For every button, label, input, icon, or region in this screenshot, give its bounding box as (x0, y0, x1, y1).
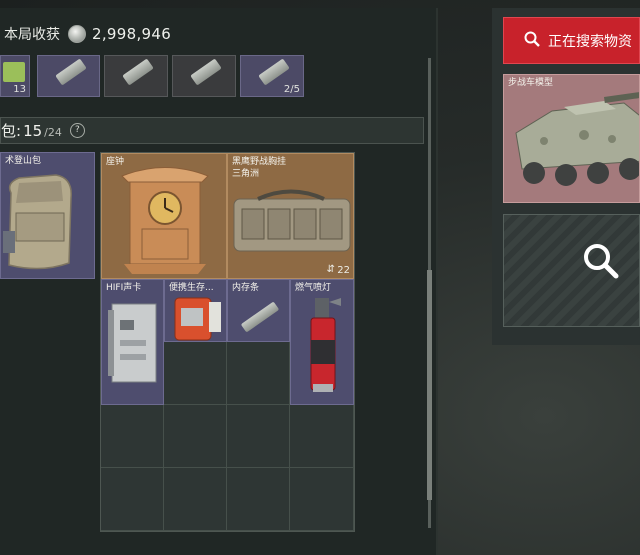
item-thumbnail (122, 58, 154, 86)
backpack-icon (3, 174, 72, 270)
grid-cell[interactable] (227, 468, 290, 531)
capacity-current: 15 (23, 121, 43, 140)
grid-cell[interactable] (227, 405, 290, 468)
vehicle-model-icon (515, 91, 639, 186)
item-thumbnail (3, 62, 25, 82)
inventory-scrollbar-thumb[interactable] (427, 270, 432, 500)
grid-cell[interactable] (290, 405, 354, 468)
quick-slot[interactable] (37, 55, 100, 97)
searching-banner: 正在搜索物资 (503, 17, 640, 64)
capacity-label: 包: (1, 122, 22, 140)
grid-item-gas-torch[interactable]: 燃气喷灯 (290, 279, 354, 405)
search-status: 正在搜索物资 (548, 33, 632, 50)
grid-cell[interactable] (101, 405, 164, 468)
quick-slot[interactable] (104, 55, 168, 97)
inventory-grid: 座钟 黑鹰野战胸挂 三角洲 ⇵ 22 HIFI声卡 便携生存... 内存条 燃气… (100, 152, 355, 532)
chest-rig-icon (233, 189, 351, 252)
capacity-total: /24 (44, 125, 62, 139)
backpack-capacity-bar: 包: 15 /24 ? (0, 117, 424, 144)
grid-cell[interactable] (164, 468, 227, 531)
quick-slot[interactable]: 13 (0, 55, 30, 97)
grid-cell[interactable] (164, 342, 227, 405)
grid-cell[interactable] (164, 405, 227, 468)
grid-cell[interactable] (290, 468, 354, 531)
help-icon[interactable]: ? (69, 123, 85, 138)
item-name: 内存条 (232, 283, 260, 293)
search-slot-pending (503, 214, 640, 327)
item-thumbnail (258, 58, 290, 86)
silver-coin-icon (68, 25, 86, 43)
gas-torch-icon (310, 298, 341, 392)
search-icon (524, 31, 540, 51)
quick-slot[interactable]: 2/5 (240, 55, 304, 97)
item-thumbnail (190, 58, 222, 86)
grid-item-memory-stick[interactable]: 内存条 (227, 279, 290, 342)
grid-cell[interactable] (227, 342, 290, 405)
stack-icon: ⇵ (326, 264, 335, 275)
loot-value: 2,998,946 (92, 25, 172, 43)
memory-stick-icon (240, 301, 280, 333)
backpack-item[interactable]: 术登山包 (0, 152, 95, 279)
item-thumbnail (55, 58, 87, 86)
slot-count: 2/5 (283, 84, 300, 95)
grid-item-clock[interactable]: 座钟 (101, 153, 227, 279)
grid-item-chest-rig[interactable]: 黑鹰野战胸挂 三角洲 ⇵ 22 (227, 153, 354, 279)
loot-summary: 本局收获 2,998,946 (0, 22, 171, 46)
quick-slot[interactable] (172, 55, 236, 97)
grid-cell[interactable] (101, 468, 164, 531)
grid-item-hifi-card[interactable]: HIFI声卡 (101, 279, 164, 405)
magnifier-icon (584, 244, 619, 279)
item-count: 22 (337, 265, 350, 276)
clock-icon (121, 167, 209, 274)
loot-label: 本局收获 (4, 27, 60, 43)
slot-count: 13 (13, 84, 26, 95)
sound-card-icon (108, 303, 157, 383)
survival-kit-icon (174, 297, 221, 341)
found-item-vehicle-model[interactable]: 步战车模型 (503, 74, 640, 203)
grid-item-survival-kit[interactable]: 便携生存... (164, 279, 227, 342)
